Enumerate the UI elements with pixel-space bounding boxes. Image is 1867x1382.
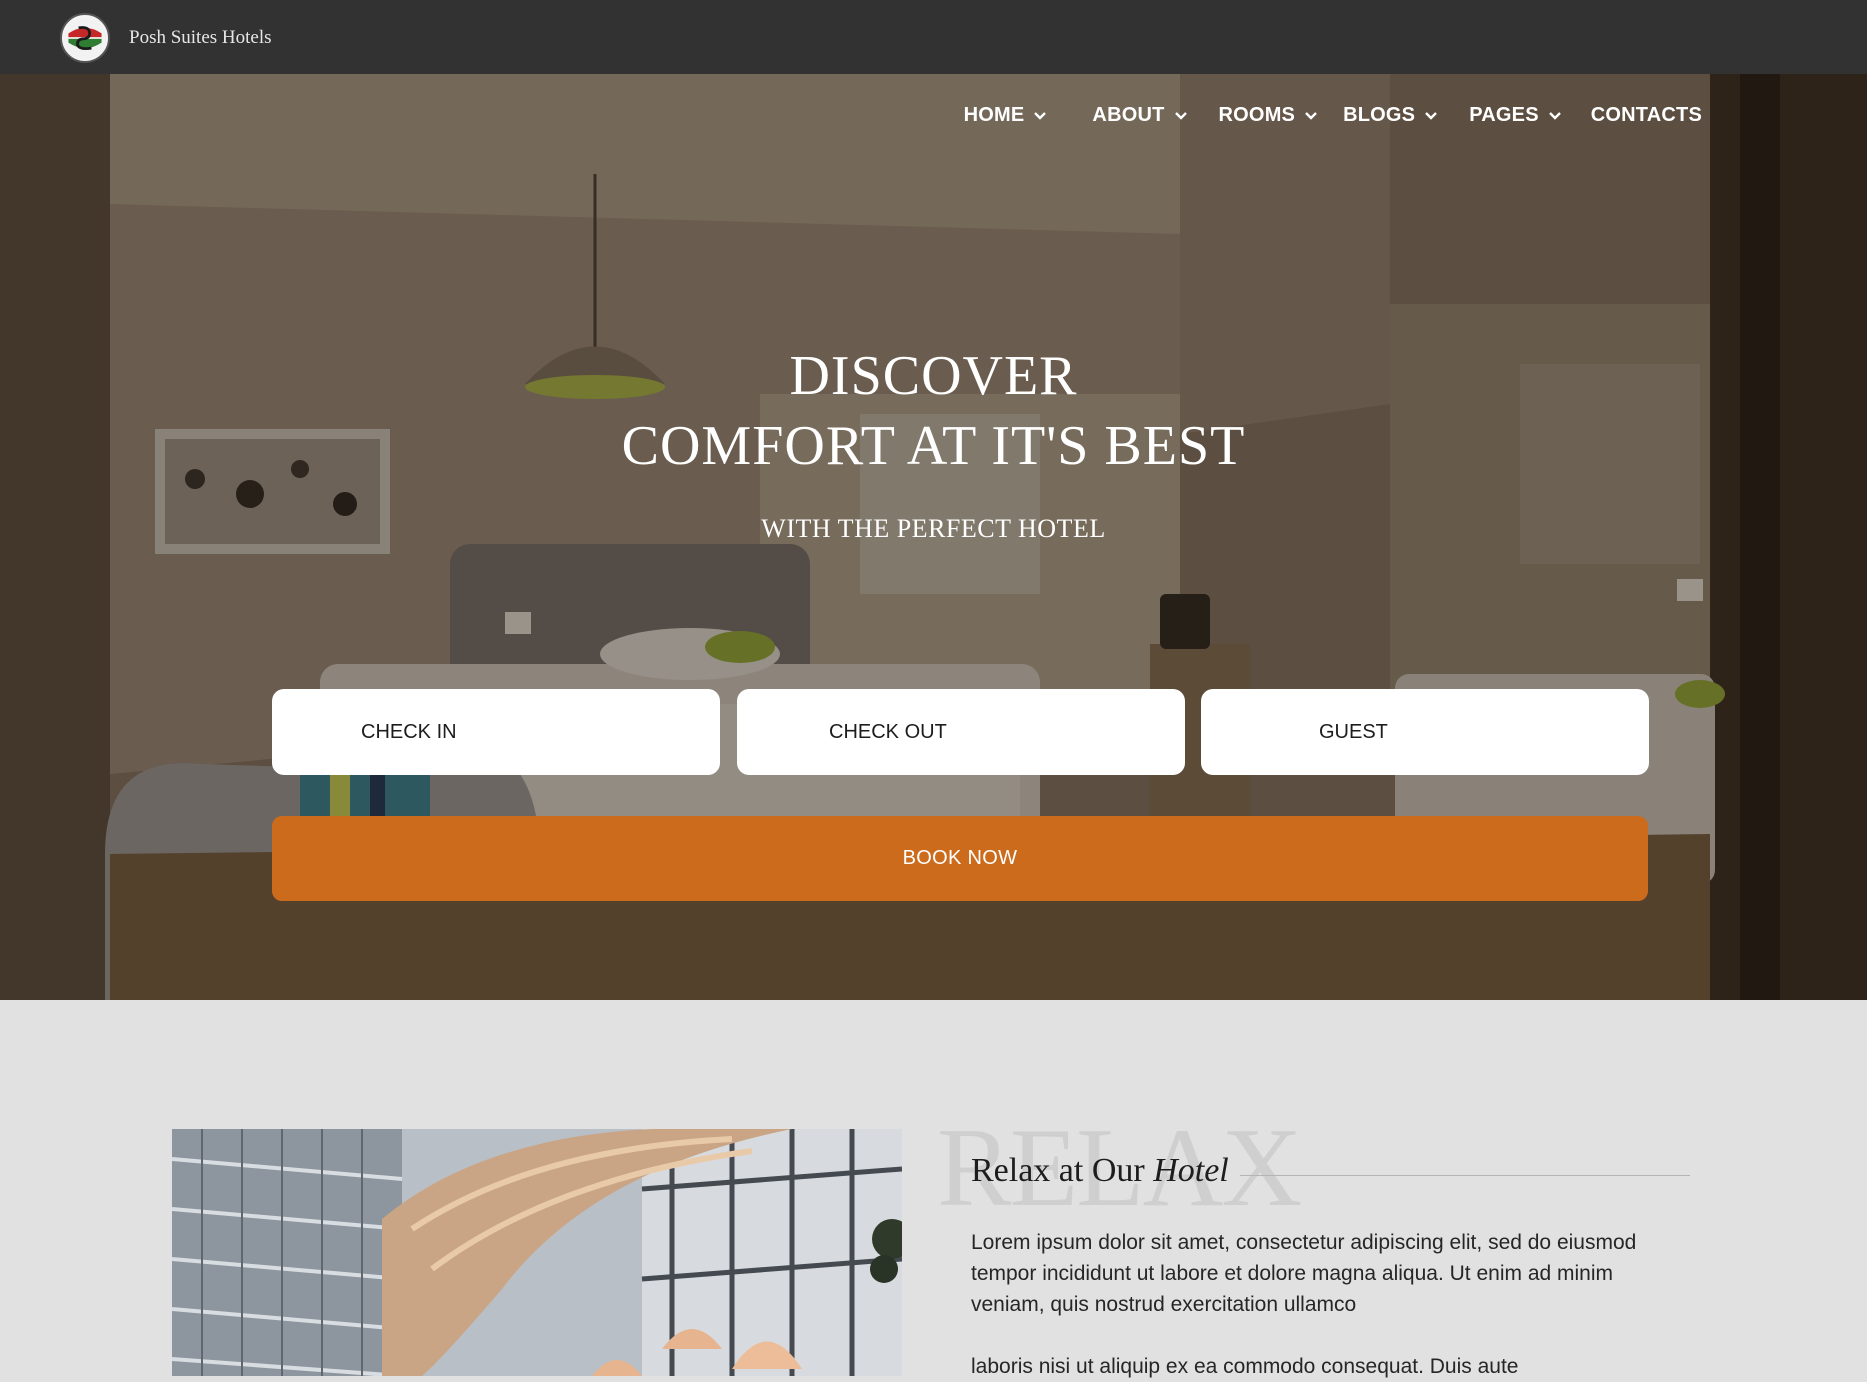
hero-section: HOME ABOUT ROOMS BLOGS PAGES CONTACTS DI… <box>0 74 1867 1000</box>
guest-label: GUEST <box>1319 720 1388 743</box>
nav-item-rooms[interactable]: ROOMS <box>1219 104 1320 127</box>
check-in-field[interactable]: CHECK IN <box>272 689 720 775</box>
nav-item-pages[interactable]: PAGES <box>1469 104 1563 127</box>
nav-item-blogs[interactable]: BLOGS <box>1343 104 1439 127</box>
check-out-field[interactable]: CHECK OUT <box>737 689 1185 775</box>
about-title-plain: Relax at Our <box>971 1152 1154 1189</box>
hero-subtitle: WITH THE PERFECT HOTEL <box>761 514 1106 543</box>
main-nav: HOME ABOUT ROOMS BLOGS PAGES CONTACTS <box>934 104 1702 127</box>
book-now-label: BOOK NOW <box>902 847 1018 869</box>
about-title-italic: Hotel <box>1153 1152 1229 1189</box>
nav-item-contacts[interactable]: CONTACTS <box>1591 104 1702 127</box>
about-title: Relax at Our Hotel <box>971 1152 1229 1190</box>
chevron-down-icon <box>1173 108 1189 124</box>
chevron-down-icon <box>1303 108 1319 124</box>
about-paragraph: Lorem ipsum dolor sit amet, consectetur … <box>971 1231 1637 1316</box>
guest-field[interactable]: GUEST <box>1201 689 1649 775</box>
hotel-crest-icon[interactable] <box>60 13 110 63</box>
hero-title-line1: DISCOVER <box>789 345 1078 407</box>
nav-label: HOME <box>963 104 1025 126</box>
nav-item-home[interactable]: HOME <box>964 104 1049 127</box>
top-bar: Posh Suites Hotels <box>0 0 1867 74</box>
book-now-button[interactable]: BOOK NOW <box>272 816 1648 901</box>
about-paragraph: laboris nisi ut aliquip ex ea commodo co… <box>971 1355 1519 1378</box>
nav-label: ABOUT <box>1092 104 1165 126</box>
chevron-down-icon <box>1423 108 1439 124</box>
nav-label: ROOMS <box>1218 104 1296 126</box>
chevron-down-icon <box>1032 108 1048 124</box>
nav-label: CONTACTS <box>1590 104 1702 126</box>
check-in-label: CHECK IN <box>361 720 457 743</box>
brand-name[interactable]: Posh Suites Hotels <box>129 27 272 49</box>
nav-label: PAGES <box>1469 104 1539 126</box>
hero-title-line2: COMFORT AT IT'S BEST <box>621 415 1246 477</box>
chevron-down-icon <box>1547 108 1563 124</box>
check-out-label: CHECK OUT <box>829 720 947 743</box>
hotel-lobby-image <box>172 1129 902 1376</box>
nav-item-about[interactable]: ABOUT <box>1092 104 1188 127</box>
title-divider <box>1240 1175 1690 1176</box>
nav-label: BLOGS <box>1343 104 1416 126</box>
